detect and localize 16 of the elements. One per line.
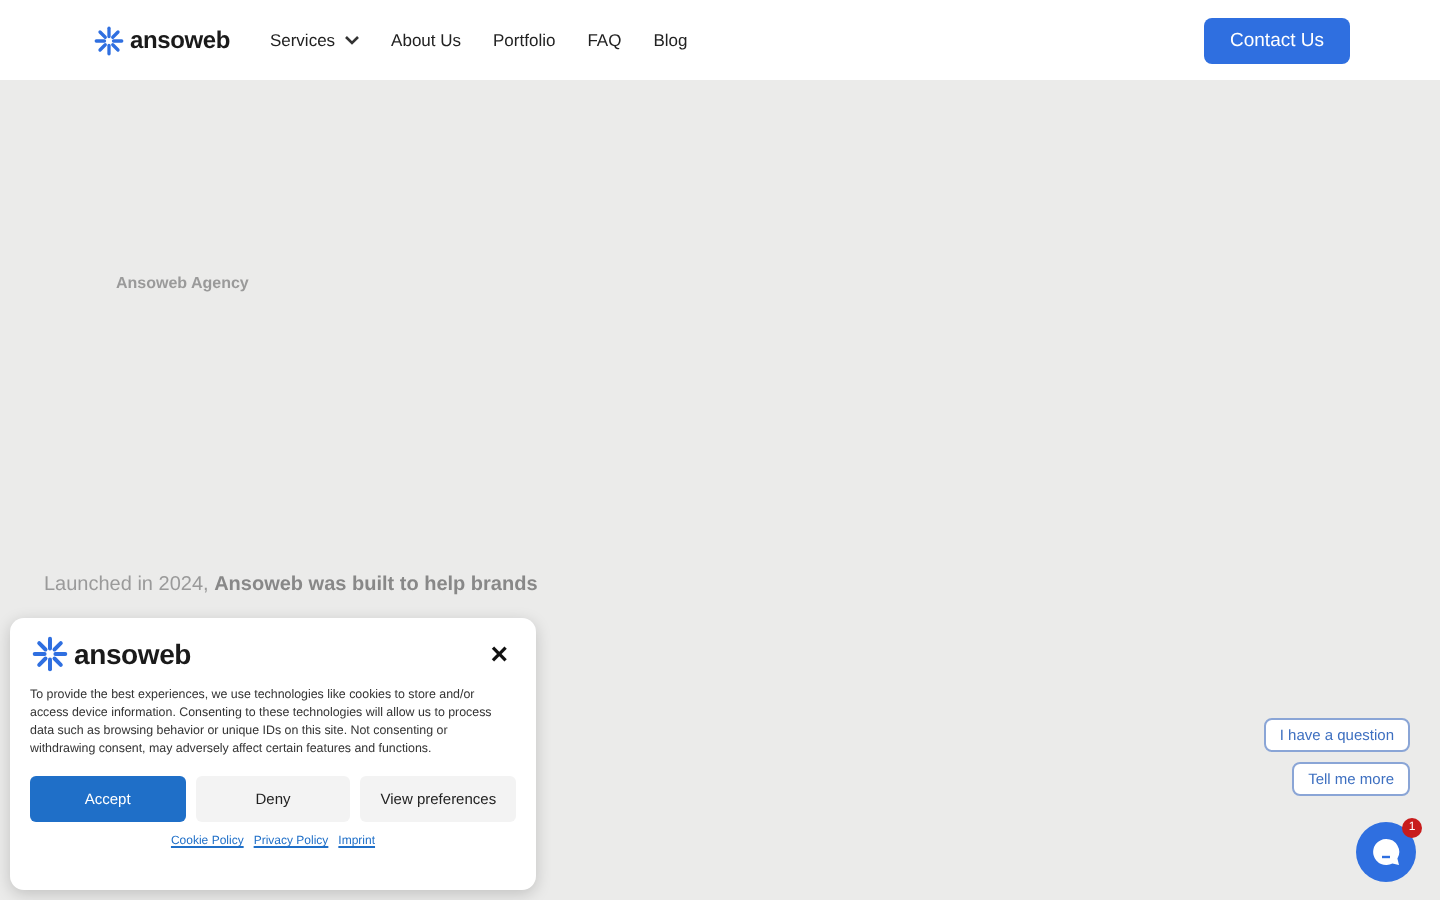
hero-intro: Launched in 2024, Ansoweb was built to help brands (44, 574, 540, 596)
nav-link[interactable]: Blog (653, 30, 688, 50)
close-button[interactable]: × (482, 639, 516, 669)
caret-icon (343, 34, 360, 46)
logo-icon (32, 636, 68, 672)
logo-icon (94, 25, 124, 55)
brand-logo: ansoweb (74, 638, 192, 670)
nav-link[interactable]: FAQ (587, 30, 622, 50)
nav-link[interactable]: Services (269, 30, 360, 50)
chat-icon (1370, 836, 1402, 868)
chat-button[interactable] (1356, 822, 1416, 882)
brand-logo[interactable]: ansoweb (130, 26, 230, 54)
hero-eyebrow: Ansoweb Agency (116, 274, 251, 292)
contact-button[interactable]: Contact Us (1204, 17, 1350, 63)
nav-link[interactable]: Portfolio (493, 30, 556, 50)
nav-link[interactable]: About Us (391, 30, 462, 50)
